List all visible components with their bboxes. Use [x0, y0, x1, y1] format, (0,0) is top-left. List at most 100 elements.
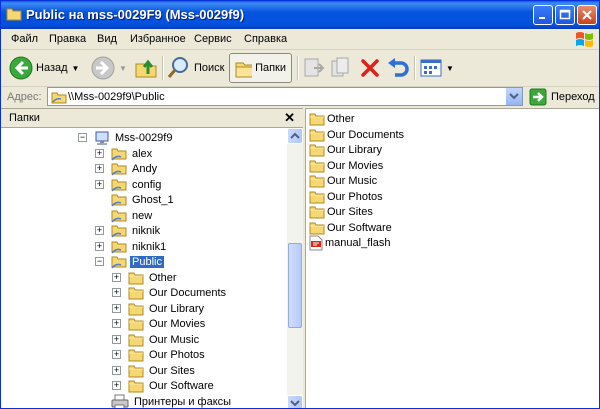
expand-icon[interactable]: +	[112, 288, 121, 297]
scroll-up-button[interactable]	[287, 128, 303, 144]
tree-item[interactable]: + Our Photos	[112, 347, 207, 363]
window-title: Public на mss-0029F9 (Mss-0029f9)	[26, 7, 245, 22]
menu-file[interactable]: Файл	[11, 33, 38, 45]
tree-scrollbar[interactable]	[287, 128, 303, 408]
tree-item-label: Принтеры и факсы	[134, 395, 232, 408]
expand-icon[interactable]: +	[95, 164, 104, 173]
forward-button[interactable]: ▼	[91, 53, 127, 83]
tree-item[interactable]: + alex	[95, 146, 154, 162]
expand-icon[interactable]: +	[112, 334, 121, 344]
windows-logo-icon	[576, 32, 593, 47]
views-button[interactable]: ▼	[420, 53, 454, 83]
expand-icon[interactable]: +	[112, 381, 121, 390]
tree-item[interactable]: + niknik1	[95, 239, 168, 255]
collapse-icon[interactable]: −	[78, 133, 87, 142]
expand-icon[interactable]: +	[112, 272, 121, 282]
back-button[interactable]: Назад ▼	[9, 53, 79, 83]
views-dropdown-icon[interactable]: ▼	[446, 64, 454, 73]
search-button[interactable]: Поиск	[167, 53, 224, 83]
tree-item-label: Our Photos	[149, 349, 205, 361]
list-item[interactable]: Other	[309, 111, 355, 127]
address-input[interactable]: \\Mss-0029f9\Public	[47, 87, 523, 106]
minimize-button[interactable]	[533, 5, 553, 25]
expand-icon[interactable]: +	[95, 179, 104, 189]
list-item[interactable]: Our Library	[309, 142, 382, 158]
minimize-icon	[539, 17, 545, 19]
list-item[interactable]: Our Software	[309, 220, 392, 236]
up-folder-button[interactable]	[134, 53, 158, 83]
tree-item[interactable]: + Our Music	[112, 332, 201, 348]
tree-item-label: Public	[130, 256, 164, 268]
search-label: Поиск	[194, 62, 225, 74]
undo-button[interactable]	[386, 53, 410, 83]
folders-button[interactable]: Папки	[229, 53, 292, 83]
tree-item[interactable]: + Our Library	[112, 301, 206, 317]
close-button[interactable]	[577, 5, 597, 25]
tree-item[interactable]: + Our Movies	[112, 316, 207, 332]
folder-icon	[309, 143, 325, 157]
tree-item-label: niknik1	[132, 240, 167, 253]
tree-item-label: config	[132, 178, 162, 191]
expand-icon[interactable]: +	[95, 226, 104, 235]
menu-favorites[interactable]: Избранное	[130, 33, 186, 45]
collapse-icon[interactable]: −	[95, 257, 104, 266]
expand-icon[interactable]: +	[112, 319, 121, 328]
list-item-label: Our Photos	[327, 190, 383, 203]
expand-icon[interactable]: +	[112, 303, 121, 313]
address-value: \\Mss-0029f9\Public	[68, 91, 165, 103]
tree-item-label: Ghost_1	[132, 194, 174, 206]
menu-view[interactable]: Вид	[97, 33, 117, 45]
list-item[interactable]: Our Music	[309, 173, 377, 189]
tree-item[interactable]: + niknik	[95, 223, 162, 239]
menu-help[interactable]: Справка	[244, 33, 287, 45]
forward-dropdown-icon[interactable]: ▼	[119, 64, 127, 73]
tree-item-label: Our Documents	[149, 287, 227, 299]
tree-item[interactable]: − Public	[95, 254, 164, 270]
address-dropdown-button[interactable]	[505, 88, 522, 105]
list-item[interactable]: Our Sites	[309, 204, 373, 220]
tree-item[interactable]: + Our Documents	[112, 285, 228, 301]
tree-item[interactable]: + Other	[112, 270, 179, 286]
folders-label: Папки	[255, 62, 286, 74]
folder-icon	[309, 159, 325, 173]
tree-item[interactable]: new	[111, 208, 154, 224]
tree-item-label: Our Movies	[149, 318, 206, 330]
expand-icon[interactable]: +	[95, 241, 104, 251]
expand-icon[interactable]: +	[112, 365, 121, 375]
list-item[interactable]: Our Photos	[309, 189, 383, 205]
list-item-label: Our Sites	[327, 206, 373, 218]
tree-item[interactable]: − Mss-0029f9	[78, 130, 174, 146]
maximize-button[interactable]	[555, 5, 575, 25]
scroll-thumb[interactable]	[288, 243, 302, 328]
tree-item[interactable]: + Our Sites	[112, 363, 197, 379]
list-item[interactable]: manual_flash	[309, 235, 390, 251]
go-button[interactable]: Переход	[529, 88, 595, 106]
copy-to-button[interactable]	[330, 53, 354, 83]
move-to-button[interactable]	[302, 53, 326, 83]
toolbar-separator	[162, 56, 164, 80]
back-label: Назад	[36, 62, 68, 74]
folder-icon	[309, 205, 325, 219]
pdf-file-icon	[309, 235, 323, 251]
close-icon[interactable]: ✕	[284, 110, 295, 126]
folder-tree[interactable]: − Mss-0029f9 + alex + Andy + config Ghost_1 new + n…	[1, 128, 287, 408]
menu-tools[interactable]: Сервис	[194, 33, 232, 45]
toolbar-separator	[414, 56, 416, 80]
back-dropdown-icon[interactable]: ▼	[72, 64, 80, 73]
file-list[interactable]: Other Our Documents Our Library Our Movies O…	[305, 108, 599, 408]
expand-icon[interactable]: +	[95, 148, 104, 158]
tree-item[interactable]: Принтеры и факсы	[111, 394, 233, 408]
title-bar[interactable]: Public на mss-0029F9 (Mss-0029f9)	[1, 1, 599, 29]
shared-folder-icon	[111, 177, 127, 193]
list-item[interactable]: Our Movies	[309, 158, 383, 174]
delete-button[interactable]	[359, 53, 381, 83]
tree-item[interactable]: + config	[95, 177, 163, 193]
shared-folder-icon	[51, 92, 67, 104]
scroll-down-button[interactable]	[287, 395, 303, 408]
tree-item[interactable]: Ghost_1	[111, 192, 176, 208]
tree-item[interactable]: + Andy	[95, 161, 159, 177]
list-item[interactable]: Our Documents	[309, 127, 404, 143]
menu-edit[interactable]: Правка	[49, 33, 86, 45]
expand-icon[interactable]: +	[112, 350, 121, 359]
tree-item[interactable]: + Our Software	[112, 378, 216, 394]
